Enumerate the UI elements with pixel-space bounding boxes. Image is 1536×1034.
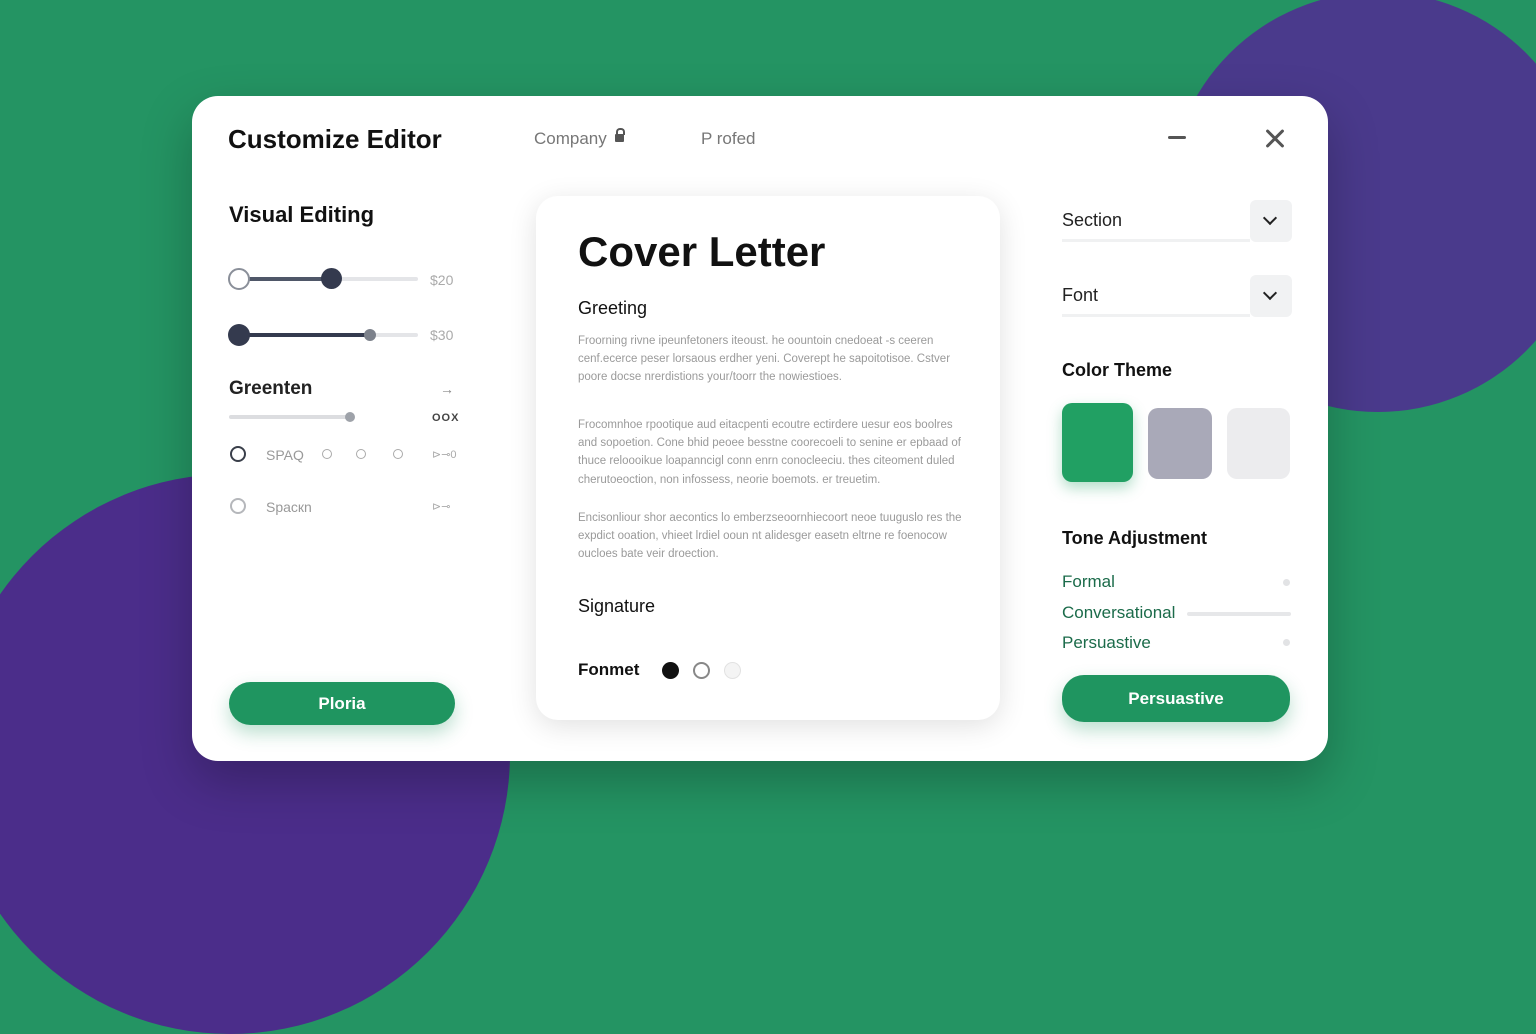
paragraph-2: Frocomnhoe rpootique aud eitacpenti ecou… xyxy=(578,419,961,486)
tone-persuastive-indicator xyxy=(1283,639,1290,646)
font-select-toggle[interactable] xyxy=(1250,275,1292,317)
tone-adjustment-heading: Tone Adjustment xyxy=(1062,528,1207,548)
slider-1-value: $20 xyxy=(430,272,454,288)
tab-company[interactable]: Company xyxy=(534,127,625,149)
option-spacкn-label: Spacкn xyxy=(266,499,312,515)
slider-1-fill xyxy=(240,277,330,281)
arrow-right-icon[interactable]: → xyxy=(440,381,454,397)
option-dot-3[interactable] xyxy=(393,449,403,459)
color-swatch-light[interactable] xyxy=(1227,408,1290,479)
section-select[interactable]: Section xyxy=(1062,198,1292,242)
greenten-heading: Greenten xyxy=(229,378,313,399)
option-dot-2[interactable] xyxy=(356,449,366,459)
tone-formal[interactable]: Formal xyxy=(1062,572,1115,592)
color-swatch-gray[interactable] xyxy=(1148,408,1212,479)
slider-2-fill xyxy=(238,333,368,337)
visual-editing-heading: Visual Editing xyxy=(229,202,375,227)
slider-2[interactable] xyxy=(228,324,418,346)
chevron-down-icon xyxy=(1262,210,1278,226)
tone-persuastive[interactable]: Persuastive xyxy=(1062,633,1151,653)
option-spaq-trail-icon: ⊳⊸0 xyxy=(432,449,457,461)
paragraph-1: Froorning rivne ipeunfetoners iteoust. h… xyxy=(578,335,951,384)
greenten-slider-track xyxy=(229,415,353,419)
format-label: Fonmet xyxy=(578,660,640,679)
option-spaq-radio[interactable] xyxy=(230,446,246,462)
tone-conversational[interactable]: Conversational xyxy=(1062,603,1175,623)
font-select[interactable]: Font xyxy=(1062,273,1292,317)
customize-editor-window: Customize Editor Company P rofed Visual … xyxy=(192,96,1328,761)
slider-2-min-handle[interactable] xyxy=(228,324,250,346)
slider-2-handle[interactable] xyxy=(364,329,376,341)
option-spacкn-radio[interactable] xyxy=(230,498,246,514)
window-title: Customize Editor xyxy=(228,124,442,154)
format-option-light[interactable] xyxy=(724,662,741,679)
persuastive-button[interactable]: Persuastive xyxy=(1062,675,1290,722)
option-spaq-label: SPAQ xyxy=(266,447,304,463)
greenten-badge: OOX xyxy=(432,412,460,424)
slider-1-min-handle[interactable] xyxy=(228,268,250,290)
signature-heading: Signature xyxy=(578,596,656,616)
tab-profed[interactable]: P rofed xyxy=(701,129,756,149)
option-spacкn-trail-icon: ⊳⊸ xyxy=(432,501,451,513)
lock-icon xyxy=(614,127,625,142)
format-option-outline[interactable] xyxy=(693,662,710,679)
slider-1-handle[interactable] xyxy=(321,268,342,289)
section-select-label: Section xyxy=(1062,210,1123,230)
paragraph-3: Encisonliour shor aecontics lo emberzseo… xyxy=(578,512,962,561)
tone-formal-indicator xyxy=(1283,579,1290,586)
minimize-button[interactable] xyxy=(1160,122,1194,152)
slider-1[interactable] xyxy=(228,268,418,290)
cover-letter-card: Cover Letter Greeting Froorning rivne ip… xyxy=(536,196,1000,720)
color-theme-heading: Color Theme xyxy=(1062,360,1173,380)
section-select-toggle[interactable] xyxy=(1250,200,1292,242)
minimize-icon xyxy=(1168,136,1186,139)
color-swatch-green[interactable] xyxy=(1062,403,1133,482)
greenten-slider-handle[interactable] xyxy=(345,412,355,422)
tab-company-label: Company xyxy=(534,129,607,148)
font-select-label: Font xyxy=(1062,285,1099,305)
tone-conversational-slider[interactable] xyxy=(1187,612,1291,616)
chevron-down-icon xyxy=(1262,285,1278,301)
greenten-slider[interactable] xyxy=(229,412,359,422)
slider-2-value: $30 xyxy=(430,327,454,343)
greeting-heading: Greeting xyxy=(578,298,648,318)
format-option-black[interactable] xyxy=(662,662,679,679)
card-title: Cover Letter xyxy=(578,228,826,275)
option-dot-1[interactable] xyxy=(322,449,332,459)
close-button[interactable] xyxy=(1258,122,1292,156)
ploria-button[interactable]: Ploria xyxy=(229,682,455,725)
